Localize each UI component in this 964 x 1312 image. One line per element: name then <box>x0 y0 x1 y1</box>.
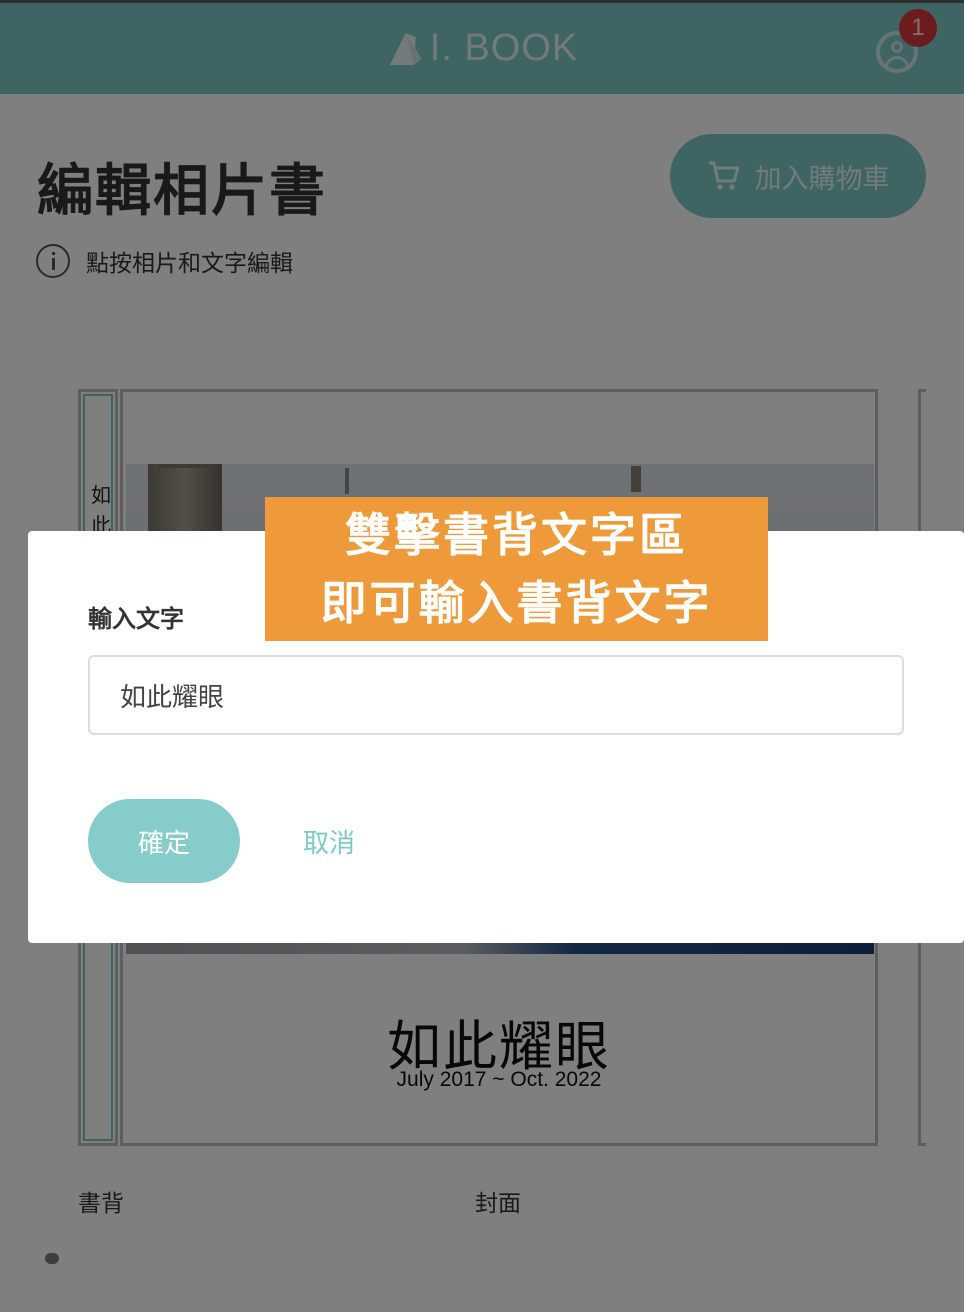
cancel-button[interactable]: 取消 <box>284 799 374 883</box>
callout-line-1: 雙擊書背文字區 <box>345 508 688 562</box>
confirm-button[interactable]: 確定 <box>88 799 240 883</box>
dialog-label: 輸入文字 <box>88 605 184 633</box>
tutorial-callout: 雙擊書背文字區 即可輸入書背文字 <box>265 497 768 641</box>
callout-line-2: 即可輸入書背文字 <box>320 576 713 630</box>
page: I. BOOK 1 編輯相片書 加入購物車 點按相片和文字編輯 如此 <box>0 0 964 1312</box>
spine-text-input[interactable] <box>88 655 904 735</box>
